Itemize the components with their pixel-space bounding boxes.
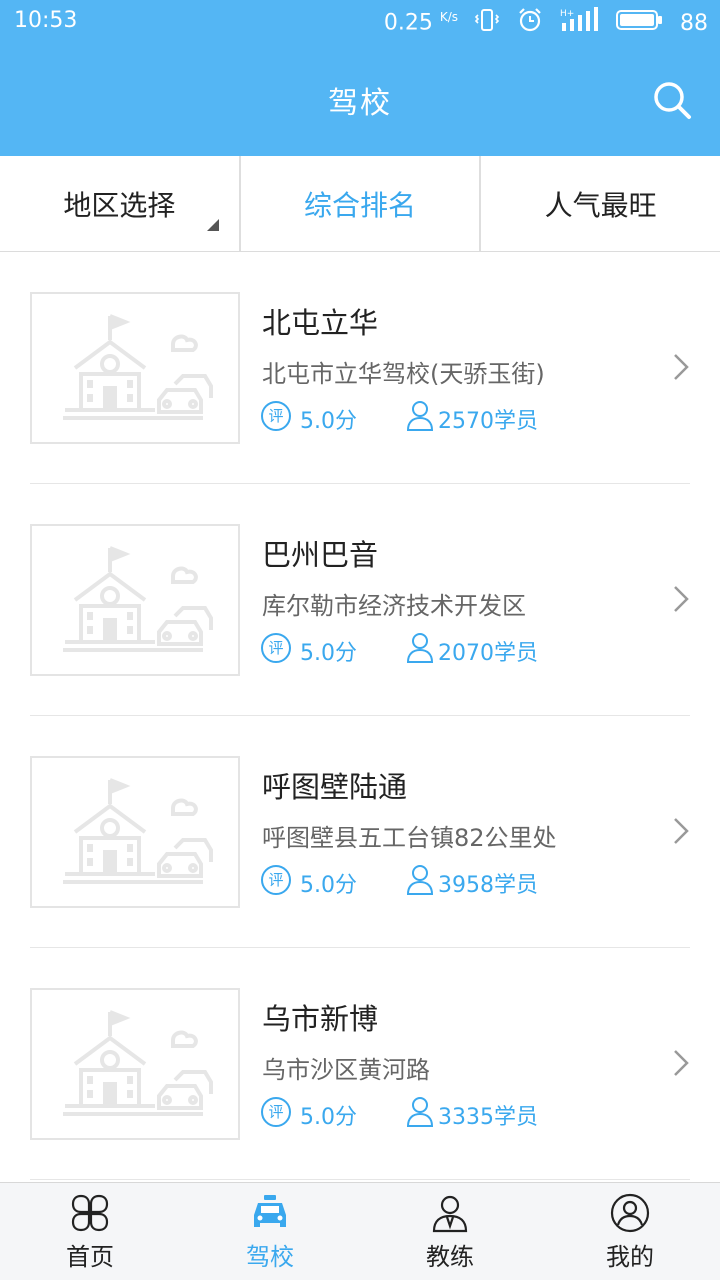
- school-rating: 5.0分: [300, 873, 357, 898]
- rating-badge-icon: 评: [261, 401, 291, 431]
- student-icon: [406, 633, 434, 663]
- status-time: 10:53: [14, 8, 78, 33]
- nav-coach[interactable]: 教练: [360, 1183, 540, 1280]
- school-list: 北屯立华 北屯市立华驾校(天骄玉街) 评 5.0分 2570学员 巴州巴音 库尔…: [0, 252, 720, 1180]
- school-name: 乌市新博: [262, 1002, 379, 1036]
- battery-level: 88: [680, 10, 708, 36]
- chevron-right-icon: [674, 586, 689, 612]
- filter-most-popular[interactable]: 人气最旺: [479, 156, 720, 251]
- nav-coach-label: 教练: [426, 1243, 474, 1271]
- filter-most-popular-label: 人气最旺: [544, 188, 657, 222]
- student-count-icon-wrap: [406, 632, 434, 664]
- coach-icon: [432, 1195, 468, 1233]
- signal-icon: H+: [560, 7, 600, 39]
- home-grid-icon: [71, 1194, 109, 1232]
- school-placeholder-icon: [63, 546, 213, 652]
- rating-badge-icon: 评: [261, 633, 291, 663]
- school-list-item[interactable]: 呼图壁陆通 呼图壁县五工台镇82公里处 评 5.0分 3958学员: [0, 716, 720, 948]
- school-address: 呼图壁县五工台镇82公里处: [262, 824, 557, 852]
- student-icon: [406, 1097, 434, 1127]
- school-list-item[interactable]: 巴州巴音 库尔勒市经济技术开发区 评 5.0分 2070学员: [0, 484, 720, 716]
- school-name: 北屯立华: [262, 306, 379, 340]
- student-icon: [406, 865, 434, 895]
- search-icon: [654, 82, 691, 119]
- chevron-right-icon: [674, 818, 689, 844]
- network-speed-unit: K/s: [439, 10, 458, 25]
- school-address: 北屯市立华驾校(天骄玉街): [262, 360, 545, 388]
- chevron-right-icon: [674, 1050, 689, 1076]
- profile-icon: [610, 1193, 650, 1233]
- school-thumbnail: [30, 988, 240, 1140]
- chevron-right: [672, 352, 690, 382]
- student-icon: [406, 401, 434, 431]
- school-rating: 5.0分: [300, 1105, 357, 1130]
- student-count-icon-wrap: [406, 864, 434, 896]
- app-bar: 驾校: [0, 44, 720, 156]
- filter-overall-ranking[interactable]: 综合排名: [238, 156, 480, 251]
- page-title: 驾校: [328, 86, 392, 121]
- svg-text:H+: H+: [560, 9, 574, 19]
- nav-home[interactable]: 首页: [0, 1183, 180, 1280]
- chevron-right-icon: [674, 354, 689, 380]
- school-placeholder-icon: [63, 1010, 213, 1116]
- network-speed-value: 0.25: [383, 10, 433, 36]
- school-rating: 5.0分: [300, 641, 357, 666]
- nav-me-label: 我的: [606, 1243, 654, 1271]
- student-count-icon-wrap: [406, 400, 434, 432]
- school-student-count: 3958学员: [438, 873, 538, 898]
- school-list-item[interactable]: 乌市新博 乌市沙区黄河路 评 5.0分 3335学员: [0, 948, 720, 1180]
- dropdown-corner-icon: [206, 219, 219, 231]
- vibrate-icon: [474, 7, 500, 39]
- filter-region[interactable]: 地区选择: [0, 156, 239, 251]
- rating-badge-icon: 评: [261, 1097, 291, 1127]
- status-icons: 0.25 K/s H+ 88: [384, 6, 708, 40]
- chevron-right: [672, 584, 690, 614]
- school-placeholder-icon: [63, 314, 213, 420]
- filter-region-label: 地区选择: [63, 188, 176, 222]
- bottom-nav: 首页 驾校 教练 我的: [0, 1182, 720, 1280]
- nav-me[interactable]: 我的: [540, 1183, 720, 1280]
- chevron-right: [672, 816, 690, 846]
- school-rating: 5.0分: [300, 409, 357, 434]
- school-name: 巴州巴音: [262, 538, 379, 572]
- filter-bar: 地区选择 综合排名 人气最旺: [0, 156, 720, 252]
- school-thumbnail: [30, 292, 240, 444]
- rating-badge-icon: 评: [261, 865, 291, 895]
- student-count-icon-wrap: [406, 1096, 434, 1128]
- school-address: 乌市沙区黄河路: [262, 1056, 430, 1084]
- school-placeholder-icon: [63, 778, 213, 884]
- school-student-count: 2070学员: [438, 641, 538, 666]
- list-divider: [30, 1179, 690, 1180]
- school-list-item[interactable]: 北屯立华 北屯市立华驾校(天骄玉街) 评 5.0分 2570学员: [0, 252, 720, 484]
- network-speed: 0.25 K/s: [384, 10, 458, 35]
- nav-home-label: 首页: [66, 1243, 114, 1271]
- search-button[interactable]: [650, 78, 694, 122]
- school-address: 库尔勒市经济技术开发区: [262, 592, 526, 620]
- filter-overall-ranking-label: 综合排名: [304, 188, 417, 222]
- car-icon: [254, 1195, 286, 1227]
- school-student-count: 2570学员: [438, 409, 538, 434]
- school-student-count: 3335学员: [438, 1105, 538, 1130]
- app-root: 10:53 0.25 K/s H+ 88 驾校 地区选择 综合排名 人气最旺 北…: [0, 0, 720, 1280]
- school-thumbnail: [30, 756, 240, 908]
- nav-driving-school-label: 驾校: [246, 1243, 294, 1271]
- alarm-icon: [516, 6, 544, 40]
- school-name: 呼图壁陆通: [262, 770, 408, 804]
- nav-driving-school[interactable]: 驾校: [180, 1183, 360, 1280]
- status-bar: 10:53 0.25 K/s H+ 88: [0, 0, 720, 44]
- battery-icon: [616, 8, 664, 38]
- school-thumbnail: [30, 524, 240, 676]
- chevron-right: [672, 1048, 690, 1078]
